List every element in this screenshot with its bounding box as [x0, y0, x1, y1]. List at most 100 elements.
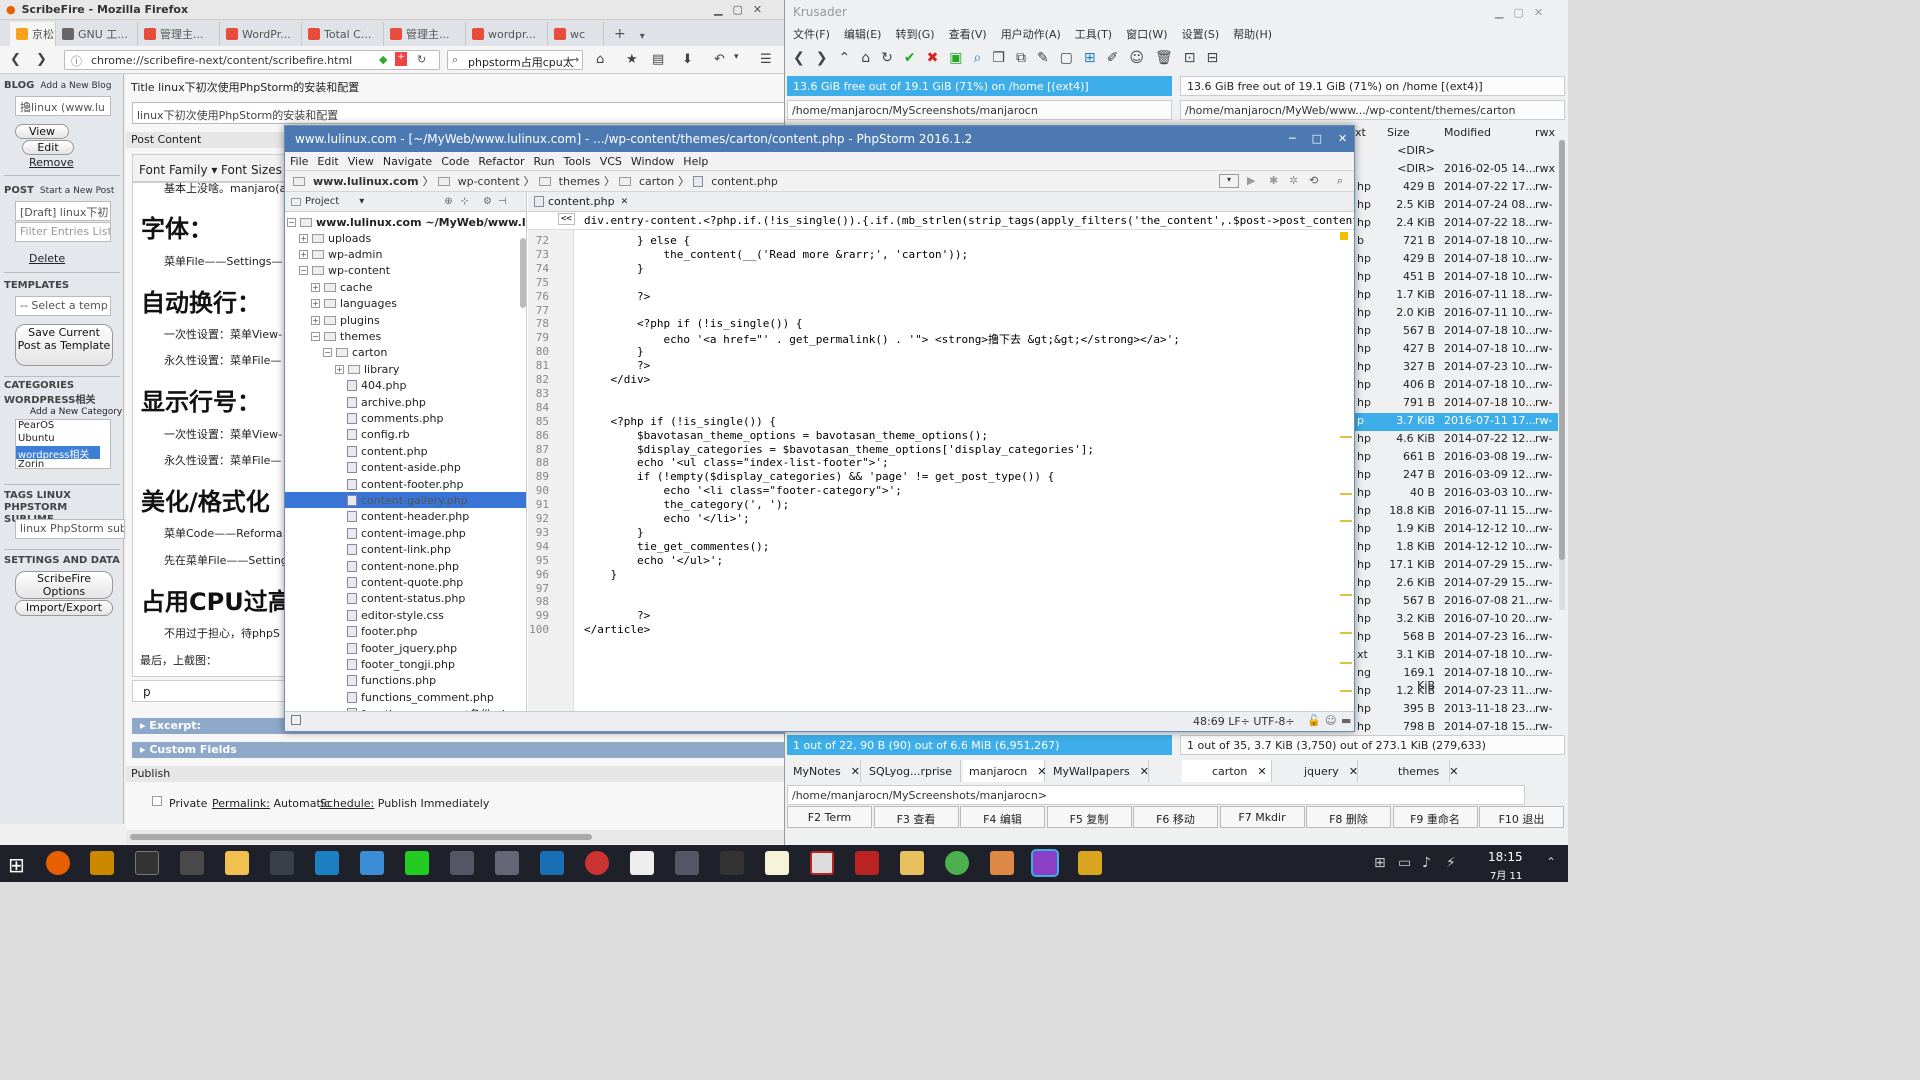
- code-line[interactable]: }: [584, 568, 617, 581]
- media-taskbar-icon[interactable]: [585, 851, 609, 875]
- left-tab-manjarocn[interactable]: manjarocn ✕: [963, 760, 1046, 782]
- tab-wordpress-3[interactable]: wc: [548, 22, 604, 46]
- menu-edit[interactable]: 编辑(E): [844, 26, 882, 42]
- code-line[interactable]: }: [584, 262, 644, 275]
- column-size[interactable]: Size: [1387, 126, 1410, 139]
- tree-file[interactable]: content-status.php: [285, 591, 526, 607]
- tree-folder[interactable]: − themes: [285, 328, 526, 344]
- app-taskbar-icon[interactable]: [675, 851, 699, 875]
- right-tab-themes[interactable]: themes ✕: [1360, 760, 1459, 782]
- warning-stripe-mark[interactable]: [1340, 520, 1352, 522]
- fkey-button[interactable]: F7 Mkdir: [1219, 806, 1305, 828]
- expand-toggle-icon[interactable]: +: [299, 233, 308, 243]
- edit-button[interactable]: Edit: [22, 140, 74, 155]
- start-post-link[interactable]: Start a New Post: [40, 186, 115, 196]
- warning-stripe-mark[interactable]: [1340, 594, 1352, 596]
- filezilla-taskbar-icon[interactable]: [855, 851, 879, 875]
- trash-icon[interactable]: 🗑: [1155, 50, 1173, 66]
- phpstorm-taskbar-icon[interactable]: [1031, 849, 1059, 877]
- dbx-taskbar-icon[interactable]: [495, 851, 519, 875]
- close-tab-icon[interactable]: ✕: [621, 197, 629, 207]
- search-go-icon[interactable]: →: [570, 53, 579, 66]
- close-tab-icon[interactable]: ✕: [1349, 765, 1358, 778]
- refresh-icon[interactable]: ↻: [881, 50, 893, 66]
- display-taskbar-icon[interactable]: [270, 851, 294, 875]
- tab-wordpress-2[interactable]: wordpr...: [466, 22, 548, 46]
- terminal-taskbar-icon[interactable]: [135, 851, 159, 875]
- collapse-toggle-icon[interactable]: −: [287, 217, 296, 227]
- sync-icon[interactable]: ⊕: [444, 196, 452, 207]
- tree-folder[interactable]: + plugins: [285, 312, 526, 328]
- user-icon[interactable]: ☺: [1129, 50, 1144, 66]
- collapse-icon[interactable]: ⊹: [461, 196, 469, 207]
- collapse-toggle-icon[interactable]: −: [323, 348, 332, 358]
- scrollbar-thumb[interactable]: [130, 834, 592, 840]
- run-config-dropdown[interactable]: ▾: [1219, 174, 1239, 188]
- menu-code[interactable]: Code: [441, 155, 469, 168]
- delete-link[interactable]: Delete: [29, 252, 65, 265]
- tree-root[interactable]: −www.lulinux.com ~/MyWeb/www.lulinux.com: [285, 214, 526, 230]
- warning-stripe-mark[interactable]: [1340, 662, 1352, 664]
- menu-run[interactable]: Run: [534, 155, 555, 168]
- fkey-button[interactable]: F4 编辑: [960, 806, 1045, 828]
- menu-useractions[interactable]: 用户动作(A): [1001, 26, 1061, 42]
- left-path-bar[interactable]: /home/manjarocn/MyScreenshots/manjarocn: [787, 100, 1172, 120]
- menu-edit[interactable]: Edit: [317, 155, 338, 168]
- menu-file[interactable]: File: [290, 155, 308, 168]
- undo-icon[interactable]: ↶: [714, 52, 725, 67]
- app-taskbar-icon[interactable]: [990, 851, 1014, 875]
- view-button[interactable]: View: [15, 124, 69, 139]
- wrench-icon[interactable]: ✐: [1107, 50, 1119, 66]
- menu-view[interactable]: 查看(V): [949, 26, 987, 42]
- tree-file[interactable]: archive.php: [285, 394, 526, 410]
- nav-content-php[interactable]: content.php: [711, 175, 778, 188]
- warning-stripe-mark[interactable]: [1340, 690, 1352, 692]
- folder-taskbar-icon[interactable]: [900, 851, 924, 875]
- tree-file[interactable]: functions.php: [285, 673, 526, 689]
- maximize-icon[interactable]: ▢: [1513, 6, 1523, 19]
- menu-tools[interactable]: Tools: [564, 155, 591, 168]
- forward-icon[interactable]: ❯: [816, 50, 828, 66]
- private-checkbox[interactable]: [152, 796, 162, 806]
- add-category-link[interactable]: Add a New Category: [30, 407, 122, 417]
- left-tab-mynotes[interactable]: MyNotes ✕: [787, 760, 861, 782]
- nav-carton[interactable]: carton: [639, 175, 674, 188]
- tree-file[interactable]: content-quote.php: [285, 574, 526, 590]
- collapse-toggle-icon[interactable]: −: [311, 331, 320, 341]
- draft-select[interactable]: [Draft] linux下初: [15, 201, 111, 221]
- code-line[interactable]: </article>: [584, 623, 650, 636]
- template-select[interactable]: -- Select a temp: [15, 296, 111, 316]
- command-line-input[interactable]: /home/manjarocn/MyScreenshots/manjarocn>: [787, 785, 1525, 805]
- horizontal-scrollbar[interactable]: [126, 830, 784, 844]
- tree-folder[interactable]: + library: [285, 361, 526, 377]
- start-menu-icon[interactable]: ⊞: [8, 853, 25, 877]
- hide-panel-icon[interactable]: ⊣: [498, 196, 507, 207]
- tree-file[interactable]: content-image.php: [285, 525, 526, 541]
- fkey-button[interactable]: F2 Term: [787, 806, 872, 828]
- column-modified[interactable]: Modified: [1444, 126, 1491, 139]
- tab-admin-2[interactable]: 管理主...: [384, 22, 466, 46]
- tree-folder[interactable]: + wp-admin: [285, 246, 526, 262]
- code-line[interactable]: } else {: [584, 234, 690, 247]
- volume-icon[interactable]: ♪: [1422, 855, 1431, 871]
- left-tab-mywallpapers[interactable]: MyWallpapers ✕: [1047, 760, 1149, 782]
- network-icon[interactable]: ▭: [1398, 855, 1411, 871]
- tree-file[interactable]: footer_jquery.php: [285, 640, 526, 656]
- add-blog-link[interactable]: Add a New Blog: [40, 81, 111, 91]
- search-input[interactable]: ⌕ phpstorm占用cpu太 →: [447, 50, 583, 70]
- menu-help[interactable]: 帮助(H): [1233, 26, 1272, 42]
- menu-navigate[interactable]: Navigate: [383, 155, 432, 168]
- back-icon[interactable]: ❮: [10, 52, 21, 67]
- edit-icon[interactable]: ✎: [1037, 50, 1049, 66]
- fkey-button[interactable]: F8 删除: [1306, 806, 1391, 828]
- fkey-button[interactable]: F5 复制: [1046, 806, 1132, 828]
- close-tab-icon[interactable]: ✕: [1037, 765, 1046, 778]
- menu-help[interactable]: Help: [683, 155, 708, 168]
- scribefire-options-button[interactable]: ScribeFire Options: [15, 571, 113, 599]
- warning-stripe-mark[interactable]: [1340, 632, 1352, 634]
- expand-toggle-icon[interactable]: +: [311, 282, 320, 292]
- gear-icon[interactable]: ⚙: [483, 196, 492, 207]
- blog-select[interactable]: 撸linux (www.lu: [15, 96, 111, 116]
- code-line[interactable]: ?>: [584, 359, 650, 372]
- category-item[interactable]: Ubuntu: [16, 433, 110, 446]
